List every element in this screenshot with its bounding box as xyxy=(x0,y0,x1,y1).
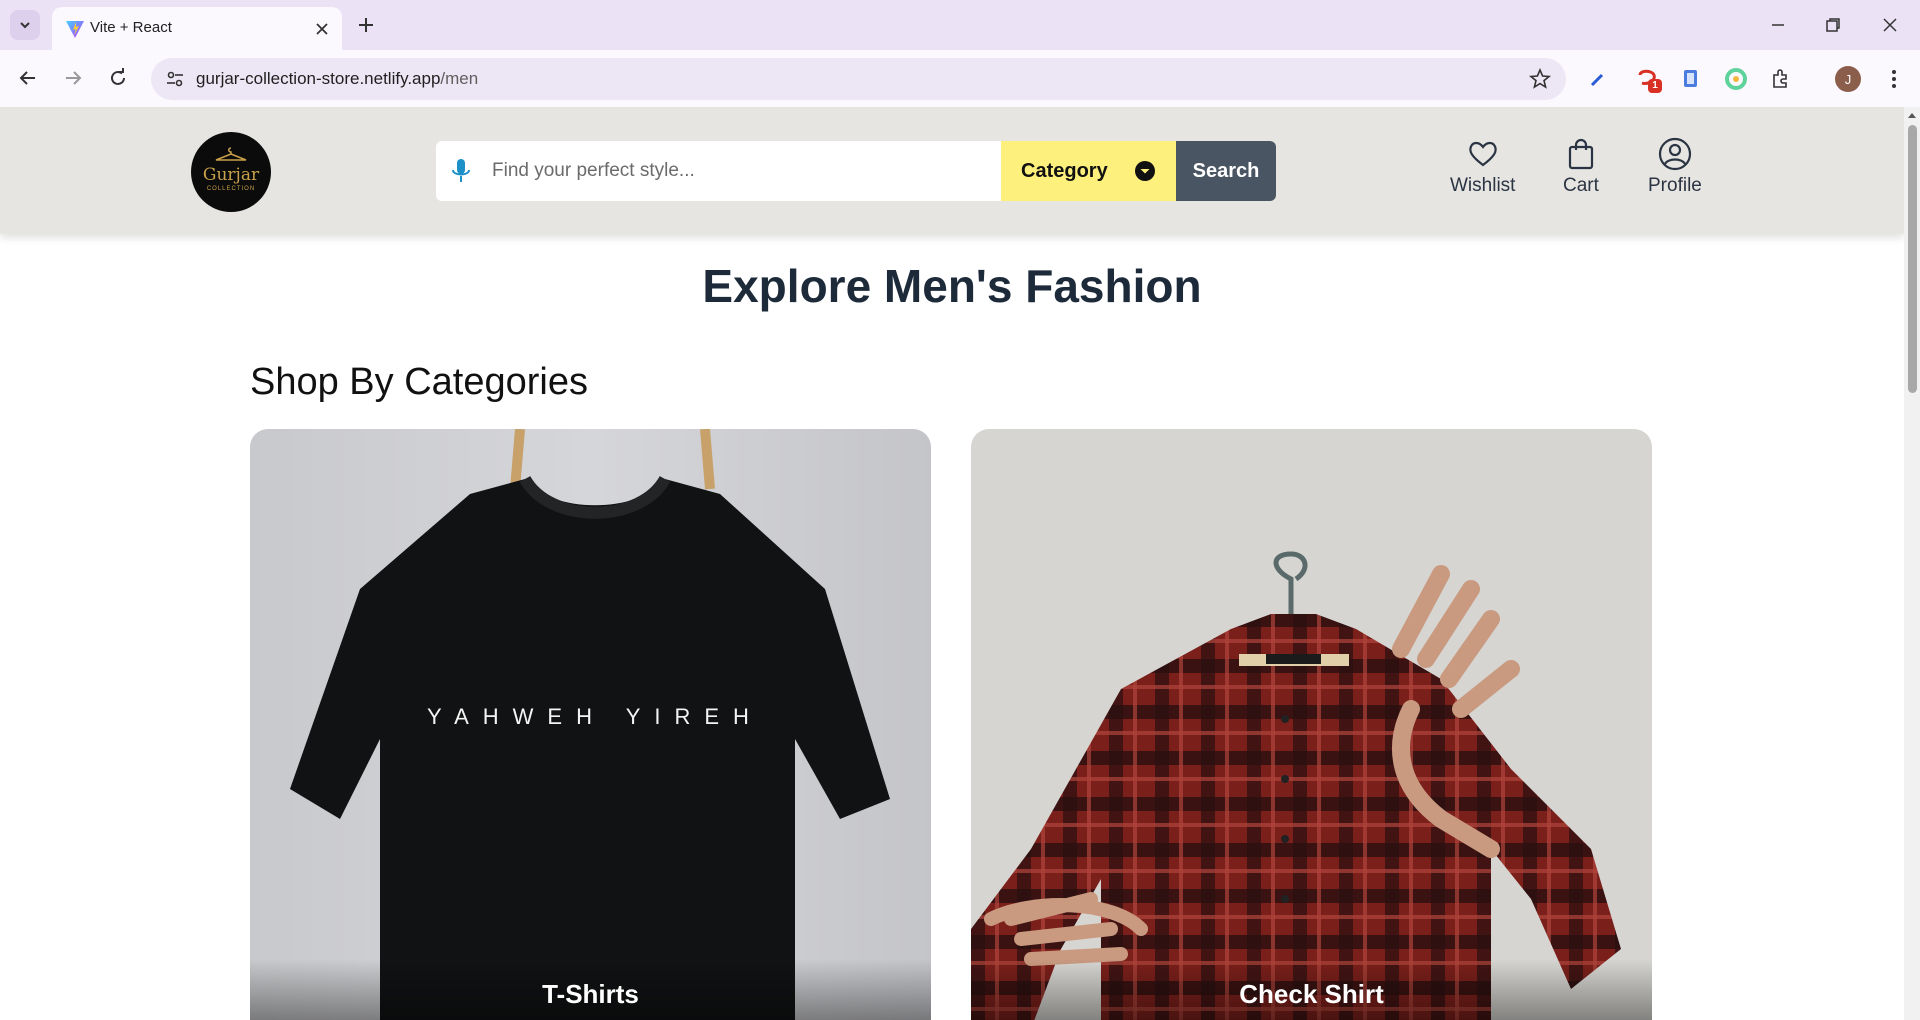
cart-button[interactable]: Cart xyxy=(1563,137,1599,197)
kebab-menu-icon[interactable] xyxy=(1880,65,1908,93)
logo-name: Gurjar xyxy=(202,165,260,185)
vite-favicon xyxy=(66,21,84,38)
logo-subtitle: COLLECTION xyxy=(206,186,256,192)
plus-icon[interactable] xyxy=(354,13,378,37)
page-viewport: Gurjar COLLECTION Category Search Wishli… xyxy=(0,107,1904,1020)
category-name: T-Shirts xyxy=(542,979,639,1009)
profile-button[interactable]: Profile xyxy=(1648,137,1702,197)
star-icon[interactable] xyxy=(1528,67,1552,91)
page-scrollbar[interactable] xyxy=(1904,107,1920,1020)
check-shirt-image xyxy=(971,429,1652,1020)
back-icon[interactable] xyxy=(15,65,41,91)
reload-icon[interactable] xyxy=(105,65,131,91)
url-path: /men xyxy=(440,69,479,88)
search-input[interactable] xyxy=(486,141,1001,201)
wishlist-button[interactable]: Wishlist xyxy=(1450,137,1515,197)
browser-tab[interactable]: Vite + React xyxy=(52,7,342,50)
address-bar[interactable]: gurjar-collection-store.netlify.app/men xyxy=(151,58,1566,100)
search-button[interactable]: Search xyxy=(1176,141,1276,201)
brand-logo[interactable]: Gurjar COLLECTION xyxy=(191,132,271,212)
category-card-check-shirt[interactable]: Check Shirt xyxy=(971,429,1652,1020)
restore-icon[interactable] xyxy=(1820,12,1846,38)
forward-icon[interactable] xyxy=(60,65,86,91)
section-title: Shop By Categories xyxy=(250,361,588,403)
pen-extension-icon[interactable] xyxy=(1584,65,1612,93)
chevron-down-icon xyxy=(1135,161,1155,181)
color-extension-icon[interactable] xyxy=(1722,65,1750,93)
profile-label: Profile xyxy=(1648,175,1702,196)
user-circle-icon xyxy=(1658,137,1692,171)
page-title: Explore Men's Fashion xyxy=(702,260,1202,312)
category-card-tshirts[interactable]: YAHWEH YIREH T-Shirts xyxy=(250,429,931,1020)
category-name: Check Shirt xyxy=(1239,979,1384,1009)
profile-avatar[interactable]: J xyxy=(1835,66,1861,92)
search-bar: Category Search xyxy=(436,141,1276,201)
scroll-up-arrow-icon[interactable] xyxy=(1907,110,1917,120)
shopping-bag-icon xyxy=(1568,138,1594,170)
window-close-icon[interactable] xyxy=(1877,12,1903,38)
close-icon[interactable] xyxy=(312,19,332,39)
clipboard-extension-icon[interactable] xyxy=(1677,65,1705,93)
extension-badge: 1 xyxy=(1648,79,1662,93)
url-text: gurjar-collection-store.netlify.app/men xyxy=(196,69,478,89)
scrollbar-thumb[interactable] xyxy=(1908,125,1917,393)
wishlist-label: Wishlist xyxy=(1450,175,1516,196)
site-info-icon[interactable] xyxy=(163,67,187,91)
heart-icon xyxy=(1468,141,1497,167)
minimize-icon[interactable] xyxy=(1765,12,1791,38)
microphone-icon[interactable] xyxy=(436,141,486,201)
browser-toolbar: gurjar-collection-store.netlify.app/men … xyxy=(0,50,1920,107)
tshirt-image: YAHWEH YIREH xyxy=(250,429,931,1020)
category-dropdown[interactable]: Category xyxy=(1001,141,1176,201)
tab-list-icon[interactable] xyxy=(10,10,40,40)
extensions-icon[interactable] xyxy=(1767,65,1795,93)
category-label: Category xyxy=(1021,159,1108,182)
hanger-icon xyxy=(215,147,247,161)
cart-label: Cart xyxy=(1563,175,1599,196)
browser-tabstrip: Vite + React xyxy=(0,0,1920,50)
site-header: Gurjar COLLECTION Category Search Wishli… xyxy=(0,107,1904,234)
tab-title: Vite + React xyxy=(90,19,172,36)
extension-with-badge[interactable]: 1 xyxy=(1634,65,1662,93)
url-host: gurjar-collection-store.netlify.app xyxy=(196,69,441,88)
category-label: Check Shirt xyxy=(971,959,1652,1020)
category-label: T-Shirts xyxy=(250,959,931,1020)
tshirt-print-text: YAHWEH YIREH xyxy=(427,704,763,729)
